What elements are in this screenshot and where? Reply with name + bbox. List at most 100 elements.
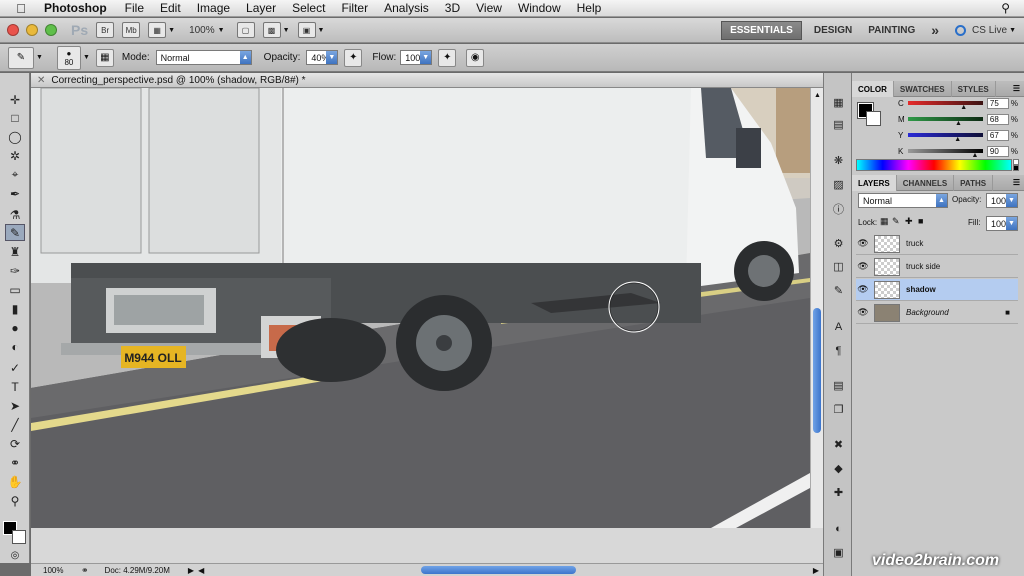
- arrange-documents-button[interactable]: ▩: [262, 22, 281, 38]
- slider-k-knob[interactable]: ▲: [971, 152, 978, 159]
- color-slider-m[interactable]: M ▲ 68 %: [898, 113, 1018, 127]
- scroll-up-arrow-icon[interactable]: ▲: [814, 92, 821, 99]
- status-zoom-field[interactable]: 100%: [31, 566, 75, 575]
- mode-select[interactable]: Normal ▲: [155, 50, 252, 65]
- visibility-eye-icon[interactable]: 👁: [856, 238, 870, 249]
- tool-preset-picker[interactable]: ✎: [8, 46, 34, 69]
- slider-c-knob[interactable]: ▲: [960, 104, 967, 111]
- layer-blend-mode-select[interactable]: Normal ▲: [858, 193, 948, 208]
- scroll-right-arrow-icon[interactable]: ▶: [813, 566, 819, 575]
- 3d-orbit-tool-icon[interactable]: ⚭: [5, 454, 25, 471]
- brush-presets-panel-icon[interactable]: ✎: [830, 283, 847, 298]
- slider-c-track[interactable]: ▲: [907, 101, 983, 111]
- opacity-field[interactable]: 40% ▼: [306, 50, 339, 65]
- mini-bridge-button[interactable]: Mb: [122, 22, 141, 38]
- histogram-panel-icon[interactable]: ▨: [830, 177, 847, 192]
- menu-edit[interactable]: Edit: [160, 1, 181, 15]
- layer-row-truck-side[interactable]: 👁 truck side: [856, 256, 1018, 278]
- spotlight-icon[interactable]: ⚲: [1001, 1, 1010, 15]
- menu-layer[interactable]: Layer: [246, 1, 276, 15]
- menu-view[interactable]: View: [476, 1, 502, 15]
- notes-panel-icon[interactable]: ▤: [830, 378, 847, 393]
- horizontal-scroll-thumb[interactable]: [421, 566, 576, 574]
- cs-live-button[interactable]: CS Live: [970, 18, 1009, 43]
- path-selection-tool-icon[interactable]: ➤: [5, 397, 25, 414]
- menu-app-name[interactable]: Photoshop: [44, 1, 107, 15]
- pen-tool-icon[interactable]: ✓: [5, 359, 25, 376]
- slider-y-value[interactable]: 67: [986, 129, 1009, 141]
- slider-k-track[interactable]: ▲: [907, 149, 983, 159]
- tab-styles[interactable]: STYLES: [952, 81, 996, 97]
- workspace-essentials[interactable]: ESSENTIALS: [721, 20, 802, 40]
- color-slider-y[interactable]: Y ▲ 67 %: [898, 129, 1018, 143]
- pressure-size-button[interactable]: ◉: [466, 48, 485, 67]
- tab-swatches[interactable]: SWATCHES: [894, 81, 952, 97]
- airbrush-button[interactable]: ✦: [438, 48, 457, 67]
- quick-mask-icon[interactable]: ◎: [5, 547, 25, 564]
- view-extras-arrow-icon[interactable]: ▼: [168, 27, 175, 34]
- visibility-eye-icon[interactable]: 👁: [856, 284, 870, 295]
- document-tab[interactable]: ✕ Correcting_perspective.psd @ 100% (sha…: [31, 73, 823, 88]
- slider-c-value[interactable]: 75: [986, 97, 1009, 109]
- hand-tool-icon[interactable]: ✋: [5, 473, 25, 490]
- brush-preset-arrow-icon[interactable]: ▼: [83, 54, 90, 61]
- slider-y-knob[interactable]: ▲: [954, 136, 961, 143]
- layer-opacity-field[interactable]: 100% ▼: [986, 193, 1018, 208]
- layer-fill-field[interactable]: 100% ▼: [986, 216, 1018, 231]
- layers-panel-menu-icon[interactable]: ☰: [1013, 175, 1020, 190]
- menu-3d[interactable]: 3D: [445, 1, 460, 15]
- slider-m-knob[interactable]: ▲: [955, 120, 962, 127]
- flow-field[interactable]: 100% ▼: [400, 50, 433, 65]
- brush-tool-icon[interactable]: ✎: [5, 224, 25, 241]
- zoom-arrow-icon[interactable]: ▼: [218, 27, 225, 34]
- vertical-scroll-thumb[interactable]: [813, 308, 821, 433]
- gradient-tool-icon[interactable]: ▮: [5, 300, 25, 317]
- clone-stamp-tool-icon[interactable]: ♜: [5, 243, 25, 260]
- screen-mode-arrow-icon[interactable]: ▼: [318, 27, 325, 34]
- lock-image-icon[interactable]: ✎: [892, 216, 900, 227]
- actions-panel-icon[interactable]: ❋: [830, 153, 847, 168]
- paragraph-panel-icon[interactable]: ¶: [830, 343, 847, 358]
- move-tool-icon[interactable]: ✛: [5, 91, 25, 108]
- color-background-swatch[interactable]: [866, 111, 881, 126]
- document-canvas[interactable]: M944 OLL: [31, 88, 810, 528]
- zoom-window-button[interactable]: [45, 24, 57, 36]
- blur-tool-icon[interactable]: ●: [5, 319, 25, 336]
- crop-tool-icon[interactable]: ⌖: [5, 166, 25, 183]
- lock-transparent-icon[interactable]: ▦: [880, 216, 889, 227]
- vertical-scrollbar[interactable]: ▲: [810, 88, 823, 528]
- apple-icon[interactable]: : [12, 1, 30, 16]
- menu-window[interactable]: Window: [518, 1, 561, 15]
- marquee-tool-icon[interactable]: □: [5, 109, 25, 126]
- slider-m-track[interactable]: ▲: [907, 117, 983, 127]
- tab-paths[interactable]: PATHS: [954, 175, 994, 191]
- mini-bridge-panel-icon[interactable]: ▦: [830, 95, 847, 110]
- tab-color[interactable]: COLOR: [852, 81, 894, 97]
- workspace-design[interactable]: DESIGN: [806, 18, 860, 43]
- 3d-panel-icon[interactable]: ◆: [830, 461, 847, 476]
- menu-image[interactable]: Image: [197, 1, 230, 15]
- history-panel-icon[interactable]: ▤: [830, 117, 847, 132]
- layer-row-truck[interactable]: 👁 truck: [856, 233, 1018, 255]
- menu-file[interactable]: File: [125, 1, 144, 15]
- cs-live-arrow-icon[interactable]: ▼: [1009, 27, 1016, 34]
- lock-all-icon[interactable]: ■: [918, 216, 923, 226]
- view-extras-button[interactable]: ▦: [148, 22, 167, 38]
- color-slider-k[interactable]: K ▲ 90 %: [898, 145, 1018, 159]
- background-color-swatch[interactable]: [12, 530, 26, 544]
- character-panel-icon[interactable]: A: [830, 319, 847, 334]
- brush-panel-toggle[interactable]: ▦: [95, 48, 114, 67]
- color-panel-menu-icon[interactable]: ☰: [1013, 81, 1020, 96]
- zoom-tool-icon[interactable]: ⚲: [5, 492, 25, 509]
- history-brush-tool-icon[interactable]: ✑: [5, 262, 25, 279]
- scroll-left-arrow-icon[interactable]: ◀: [198, 566, 204, 575]
- slider-k-value[interactable]: 90: [986, 145, 1009, 157]
- type-tool-icon[interactable]: T: [5, 378, 25, 395]
- tab-layers[interactable]: LAYERS: [852, 175, 897, 191]
- bridge-button[interactable]: Br: [96, 22, 115, 38]
- visibility-eye-icon[interactable]: 👁: [856, 261, 870, 272]
- clone-source-panel-icon[interactable]: ❐: [830, 402, 847, 417]
- lock-position-icon[interactable]: ✚: [905, 216, 913, 227]
- brush-preset-picker[interactable]: ● 80: [56, 45, 81, 70]
- 3d-rotate-tool-icon[interactable]: ⟳: [5, 435, 25, 452]
